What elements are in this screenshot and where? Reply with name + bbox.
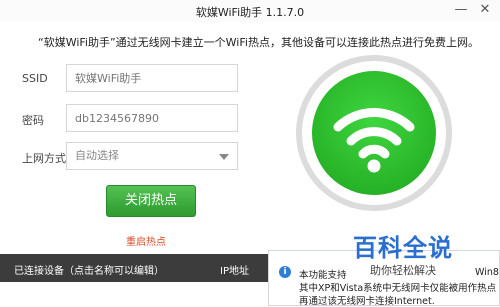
wifi-status-indicator	[296, 55, 452, 211]
column-ip-address: IP地址	[220, 266, 249, 277]
close-button[interactable]: ✕	[478, 2, 492, 18]
info-icon: i	[279, 266, 291, 278]
network-mode-select[interactable]: 自动选择	[66, 142, 238, 170]
watermark: 百科全说 助你轻松解决	[338, 226, 468, 282]
notice-line: 再通过该无线网卡连接Internet.	[299, 296, 435, 307]
password-label: 密码	[22, 114, 44, 127]
network-mode-label: 上网方式	[22, 152, 66, 165]
window-title: 软媒WiFi助手 1.1.7.0	[195, 6, 305, 19]
wifi-icon	[333, 108, 415, 173]
intro-text: “软媒WiFi助手”通过无线网卡建立一个WiFi热点，其他设备可以连接此热点进行…	[38, 36, 479, 49]
chevron-down-icon	[219, 154, 229, 160]
watermark-subtitle: 助你轻松解决	[370, 264, 436, 277]
ssid-input[interactable]	[66, 64, 238, 92]
notice-line: 其中XP和Vista系统中无线网卡仅能被用作热点	[299, 283, 497, 294]
minimize-button[interactable]: —	[454, 2, 468, 18]
ssid-label: SSID	[22, 72, 48, 85]
title-bar: 软媒WiFi助手 1.1.7.0 — ✕	[0, 0, 500, 22]
watermark-title: 百科全说	[353, 234, 453, 262]
notice-trailing: Win8	[475, 267, 499, 278]
wifi-disc	[312, 71, 436, 195]
password-input[interactable]	[66, 104, 238, 132]
restart-hotspot-link[interactable]: 重启热点	[126, 233, 166, 248]
close-hotspot-button[interactable]: 关闭热点	[106, 185, 196, 217]
network-mode-value: 自动选择	[75, 149, 119, 162]
column-connected-devices: 已连接设备（点击名称可以编辑）	[14, 266, 164, 277]
